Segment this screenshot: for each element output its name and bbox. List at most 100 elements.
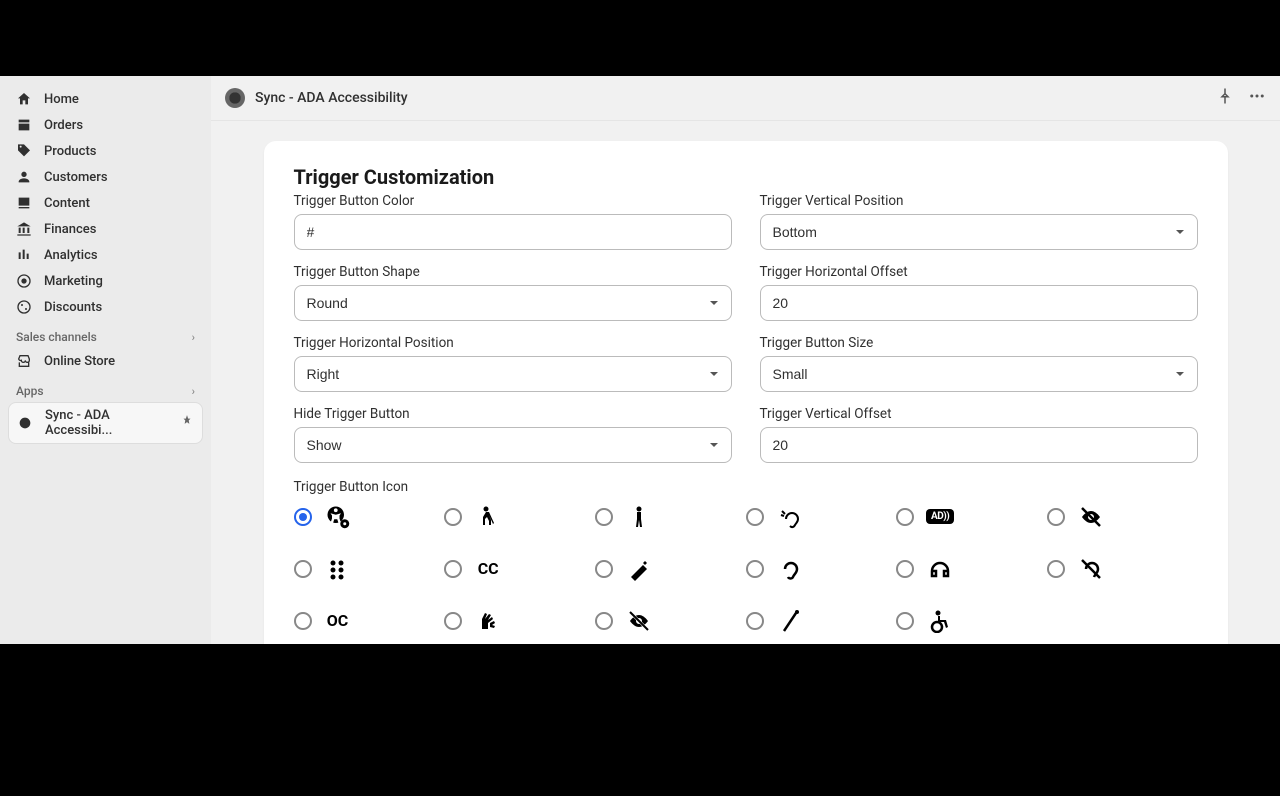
icon-option-headphones[interactable]	[896, 555, 1047, 583]
nav-online-store[interactable]: Online Store	[8, 348, 203, 374]
icon-option-person-standing[interactable]	[595, 503, 746, 531]
chart-icon	[16, 247, 32, 263]
radio[interactable]	[444, 612, 462, 630]
closed-captions-icon: CC	[474, 555, 502, 583]
trigger-voff-input[interactable]	[760, 427, 1198, 463]
sign-language-icon	[474, 607, 502, 635]
radio[interactable]	[294, 508, 312, 526]
nav-finances[interactable]: Finances	[8, 216, 203, 242]
braille-dots-icon	[324, 555, 352, 583]
field-label: Trigger Vertical Offset	[760, 406, 1198, 422]
radio[interactable]	[294, 612, 312, 630]
field-trigger-shape: Trigger Button Shape Round	[294, 264, 732, 321]
radio[interactable]	[595, 508, 613, 526]
icon-option-screen-reader[interactable]	[595, 555, 746, 583]
nav-label: Home	[44, 92, 79, 107]
radio[interactable]	[896, 612, 914, 630]
trigger-customization-card: Trigger Customization Trigger Button Col…	[264, 141, 1228, 644]
field-label: Trigger Vertical Position	[760, 193, 1198, 209]
radio[interactable]	[746, 508, 764, 526]
icon-option-sign-language[interactable]	[444, 607, 595, 635]
nav-app-sync[interactable]: Sync - ADA Accessibi...	[8, 402, 203, 444]
more-icon[interactable]	[1248, 87, 1266, 109]
trigger-vpos-select[interactable]: Bottom	[760, 214, 1198, 250]
radio[interactable]	[595, 560, 613, 578]
tag-icon	[16, 143, 32, 159]
section-label: Sales channels	[16, 330, 97, 344]
nav-label: Marketing	[44, 274, 103, 289]
nav-label: Finances	[44, 222, 96, 237]
radio[interactable]	[1047, 508, 1065, 526]
person-icon	[16, 169, 32, 185]
field-trigger-hpos: Trigger Horizontal Position Right	[294, 335, 732, 392]
icon-option-braille-dots[interactable]	[294, 555, 445, 583]
icon-option-open-captions[interactable]: OC	[294, 607, 445, 635]
trigger-hoff-input[interactable]	[760, 285, 1198, 321]
nav-label: Products	[44, 144, 96, 159]
chevron-right-icon: ›	[192, 385, 195, 398]
icon-option-wheelchair[interactable]	[896, 607, 1047, 635]
page-title: Sync - ADA Accessibility	[255, 90, 408, 106]
trigger-shape-select[interactable]: Round	[294, 285, 732, 321]
trigger-color-input[interactable]	[294, 214, 732, 250]
icon-section: Trigger Button Icon AD)) CC OC	[294, 479, 1198, 635]
icon-option-universal-access-gear[interactable]	[294, 503, 445, 531]
pin-icon[interactable]	[180, 414, 194, 432]
field-trigger-vpos: Trigger Vertical Position Bottom	[760, 193, 1198, 250]
icon-option-cane[interactable]	[746, 607, 897, 635]
open-captions-icon: OC	[324, 607, 352, 635]
section-sales-channels[interactable]: Sales channels ›	[8, 320, 203, 348]
trigger-hpos-select[interactable]: Right	[294, 356, 732, 392]
icon-option-assistive-listening[interactable]	[746, 503, 897, 531]
radio[interactable]	[444, 508, 462, 526]
field-label: Hide Trigger Button	[294, 406, 732, 422]
nav-label: Analytics	[44, 248, 98, 263]
icon-option-deaf-slash[interactable]	[1047, 555, 1198, 583]
nav-label: Online Store	[44, 354, 115, 369]
nav-home[interactable]: Home	[8, 86, 203, 112]
icon-option-blind-walking[interactable]	[444, 503, 595, 531]
radio[interactable]	[444, 560, 462, 578]
blind-walking-icon	[474, 503, 502, 531]
radio[interactable]	[896, 560, 914, 578]
section-label: Apps	[16, 384, 44, 398]
trigger-size-select[interactable]: Small	[760, 356, 1198, 392]
icon-option-low-vision-slash[interactable]	[1047, 503, 1198, 531]
person-standing-icon	[625, 503, 653, 531]
pin-icon[interactable]	[1216, 87, 1234, 109]
chevron-right-icon: ›	[192, 331, 195, 344]
radio[interactable]	[746, 612, 764, 630]
nav-discounts[interactable]: Discounts	[8, 294, 203, 320]
deaf-slash-icon	[1077, 555, 1105, 583]
icon-option-eye-slash[interactable]	[595, 607, 746, 635]
content-icon	[16, 195, 32, 211]
hide-trigger-select[interactable]: Show	[294, 427, 732, 463]
icon-option-ear[interactable]	[746, 555, 897, 583]
field-label: Trigger Button Icon	[294, 479, 1198, 495]
card-title: Trigger Customization	[294, 165, 1198, 189]
eye-slash-icon	[625, 607, 653, 635]
nav-products[interactable]: Products	[8, 138, 203, 164]
nav-marketing[interactable]: Marketing	[8, 268, 203, 294]
nav-analytics[interactable]: Analytics	[8, 242, 203, 268]
nav-orders[interactable]: Orders	[8, 112, 203, 138]
radio[interactable]	[595, 612, 613, 630]
nav-label: Discounts	[44, 300, 102, 315]
field-trigger-color: Trigger Button Color	[294, 193, 732, 250]
low-vision-slash-icon	[1077, 503, 1105, 531]
icon-option-closed-captions[interactable]: CC	[444, 555, 595, 583]
radio[interactable]	[1047, 560, 1065, 578]
discount-icon	[16, 299, 32, 315]
home-icon	[16, 91, 32, 107]
radio[interactable]	[294, 560, 312, 578]
nav-label: Sync - ADA Accessibi...	[45, 408, 168, 438]
icon-option-audio-description[interactable]: AD))	[896, 503, 1047, 531]
sidebar: Home Orders Products Customers Content F…	[0, 76, 211, 644]
radio[interactable]	[746, 560, 764, 578]
field-label: Trigger Button Size	[760, 335, 1198, 351]
nav-label: Customers	[44, 170, 108, 185]
nav-customers[interactable]: Customers	[8, 164, 203, 190]
section-apps[interactable]: Apps ›	[8, 374, 203, 402]
nav-content[interactable]: Content	[8, 190, 203, 216]
radio[interactable]	[896, 508, 914, 526]
